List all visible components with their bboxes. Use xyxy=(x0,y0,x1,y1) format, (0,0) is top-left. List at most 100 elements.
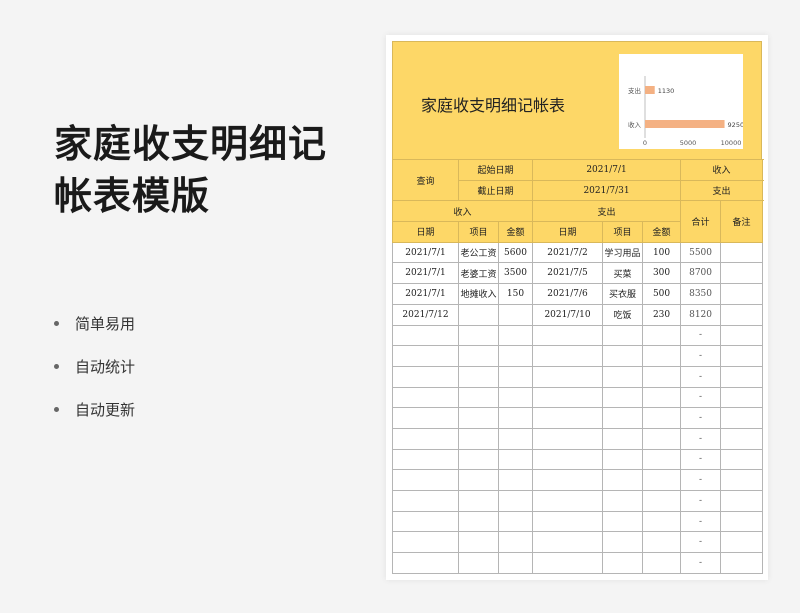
income-item-cell[interactable]: 老婆工资 xyxy=(458,262,499,285)
total-cell[interactable]: 5500 xyxy=(680,241,722,264)
expense-date-cell[interactable] xyxy=(532,365,604,388)
expense-amount-cell[interactable] xyxy=(642,469,682,491)
note-cell[interactable] xyxy=(720,407,764,429)
expense-amount-cell[interactable] xyxy=(642,490,682,512)
income-date-cell[interactable] xyxy=(392,345,459,367)
income-amount-cell[interactable] xyxy=(497,510,534,533)
expense-date-cell[interactable] xyxy=(532,552,604,574)
income-item-cell[interactable] xyxy=(458,490,499,512)
income-date-cell[interactable] xyxy=(392,324,459,347)
note-cell[interactable] xyxy=(720,303,764,326)
income-amount-cell[interactable]: 5600 xyxy=(497,241,534,264)
expense-item-cell[interactable] xyxy=(602,510,644,533)
income-amount-cell[interactable] xyxy=(497,552,534,574)
income-amount-cell[interactable] xyxy=(497,469,534,491)
expense-date-cell[interactable] xyxy=(532,345,604,367)
total-cell[interactable]: - xyxy=(680,345,722,367)
total-cell[interactable]: 8350 xyxy=(680,283,722,305)
expense-item-cell[interactable] xyxy=(602,427,644,450)
expense-item-cell[interactable] xyxy=(602,490,644,512)
income-amount-cell[interactable] xyxy=(497,324,534,347)
income-date-cell[interactable]: 2021/7/1 xyxy=(392,241,459,264)
income-amount-cell[interactable] xyxy=(497,365,534,388)
expense-item-cell[interactable]: 学习用品 xyxy=(602,241,644,264)
note-cell[interactable] xyxy=(720,490,764,512)
income-date-cell[interactable] xyxy=(392,531,459,554)
expense-date-cell[interactable] xyxy=(532,324,604,347)
note-cell[interactable] xyxy=(720,531,764,554)
expense-date-cell[interactable] xyxy=(532,407,604,429)
expense-amount-cell[interactable]: 300 xyxy=(642,262,682,285)
income-date-cell[interactable] xyxy=(392,386,459,409)
note-cell[interactable] xyxy=(720,324,764,347)
income-item-cell[interactable] xyxy=(458,303,499,326)
income-date-cell[interactable] xyxy=(392,552,459,574)
expense-amount-cell[interactable]: 100 xyxy=(642,241,682,264)
note-cell[interactable] xyxy=(720,469,764,491)
note-cell[interactable] xyxy=(720,552,764,574)
income-amount-cell[interactable] xyxy=(497,427,534,450)
income-date-cell[interactable] xyxy=(392,407,459,429)
expense-date-cell[interactable]: 2021/7/10 xyxy=(532,303,604,326)
expense-date-cell[interactable]: 2021/7/6 xyxy=(532,283,604,305)
income-item-cell[interactable] xyxy=(458,386,499,409)
total-cell[interactable]: - xyxy=(680,531,722,554)
income-item-cell[interactable] xyxy=(458,427,499,450)
total-cell[interactable]: - xyxy=(680,490,722,512)
note-cell[interactable] xyxy=(720,510,764,533)
expense-amount-cell[interactable] xyxy=(642,427,682,450)
income-item-cell[interactable] xyxy=(458,552,499,574)
total-cell[interactable]: 8120 xyxy=(680,303,722,326)
note-cell[interactable] xyxy=(720,365,764,388)
expense-date-cell[interactable]: 2021/7/5 xyxy=(532,262,604,285)
end-date-value[interactable]: 2021/7/31 xyxy=(532,179,682,202)
expense-amount-cell[interactable] xyxy=(642,448,682,471)
expense-date-cell[interactable]: 2021/7/2 xyxy=(532,241,604,264)
expense-date-cell[interactable] xyxy=(532,427,604,450)
note-cell[interactable] xyxy=(720,283,764,305)
expense-item-cell[interactable] xyxy=(602,324,644,347)
expense-date-cell[interactable] xyxy=(532,490,604,512)
expense-date-cell[interactable] xyxy=(532,531,604,554)
expense-item-cell[interactable] xyxy=(602,469,644,491)
expense-amount-cell[interactable] xyxy=(642,345,682,367)
expense-date-cell[interactable] xyxy=(532,448,604,471)
total-cell[interactable]: 8700 xyxy=(680,262,722,285)
total-cell[interactable]: - xyxy=(680,386,722,409)
total-cell[interactable]: - xyxy=(680,469,722,491)
expense-amount-cell[interactable] xyxy=(642,531,682,554)
expense-item-cell[interactable] xyxy=(602,448,644,471)
expense-date-cell[interactable] xyxy=(532,469,604,491)
total-cell[interactable]: - xyxy=(680,510,722,533)
income-date-cell[interactable]: 2021/7/1 xyxy=(392,283,459,305)
total-cell[interactable]: - xyxy=(680,552,722,574)
income-item-cell[interactable] xyxy=(458,365,499,388)
income-item-cell[interactable] xyxy=(458,531,499,554)
note-cell[interactable] xyxy=(720,262,764,285)
expense-date-cell[interactable] xyxy=(532,510,604,533)
note-cell[interactable] xyxy=(720,448,764,471)
income-item-cell[interactable] xyxy=(458,407,499,429)
expense-item-cell[interactable] xyxy=(602,386,644,409)
income-amount-cell[interactable] xyxy=(497,345,534,367)
income-item-cell[interactable] xyxy=(458,510,499,533)
income-item-cell[interactable]: 老公工资 xyxy=(458,241,499,264)
note-cell[interactable] xyxy=(720,241,764,264)
income-date-cell[interactable]: 2021/7/1 xyxy=(392,262,459,285)
income-date-cell[interactable] xyxy=(392,365,459,388)
income-amount-cell[interactable]: 3500 xyxy=(497,262,534,285)
income-date-cell[interactable] xyxy=(392,469,459,491)
income-amount-cell[interactable] xyxy=(497,490,534,512)
income-item-cell[interactable] xyxy=(458,324,499,347)
note-cell[interactable] xyxy=(720,345,764,367)
income-date-cell[interactable] xyxy=(392,490,459,512)
expense-item-cell[interactable]: 买衣服 xyxy=(602,283,644,305)
income-date-cell[interactable]: 2021/7/12 xyxy=(392,303,459,326)
income-date-cell[interactable] xyxy=(392,427,459,450)
total-cell[interactable]: - xyxy=(680,324,722,347)
income-amount-cell[interactable] xyxy=(497,531,534,554)
expense-amount-cell[interactable] xyxy=(642,386,682,409)
note-cell[interactable] xyxy=(720,386,764,409)
total-cell[interactable]: - xyxy=(680,365,722,388)
expense-item-cell[interactable] xyxy=(602,345,644,367)
